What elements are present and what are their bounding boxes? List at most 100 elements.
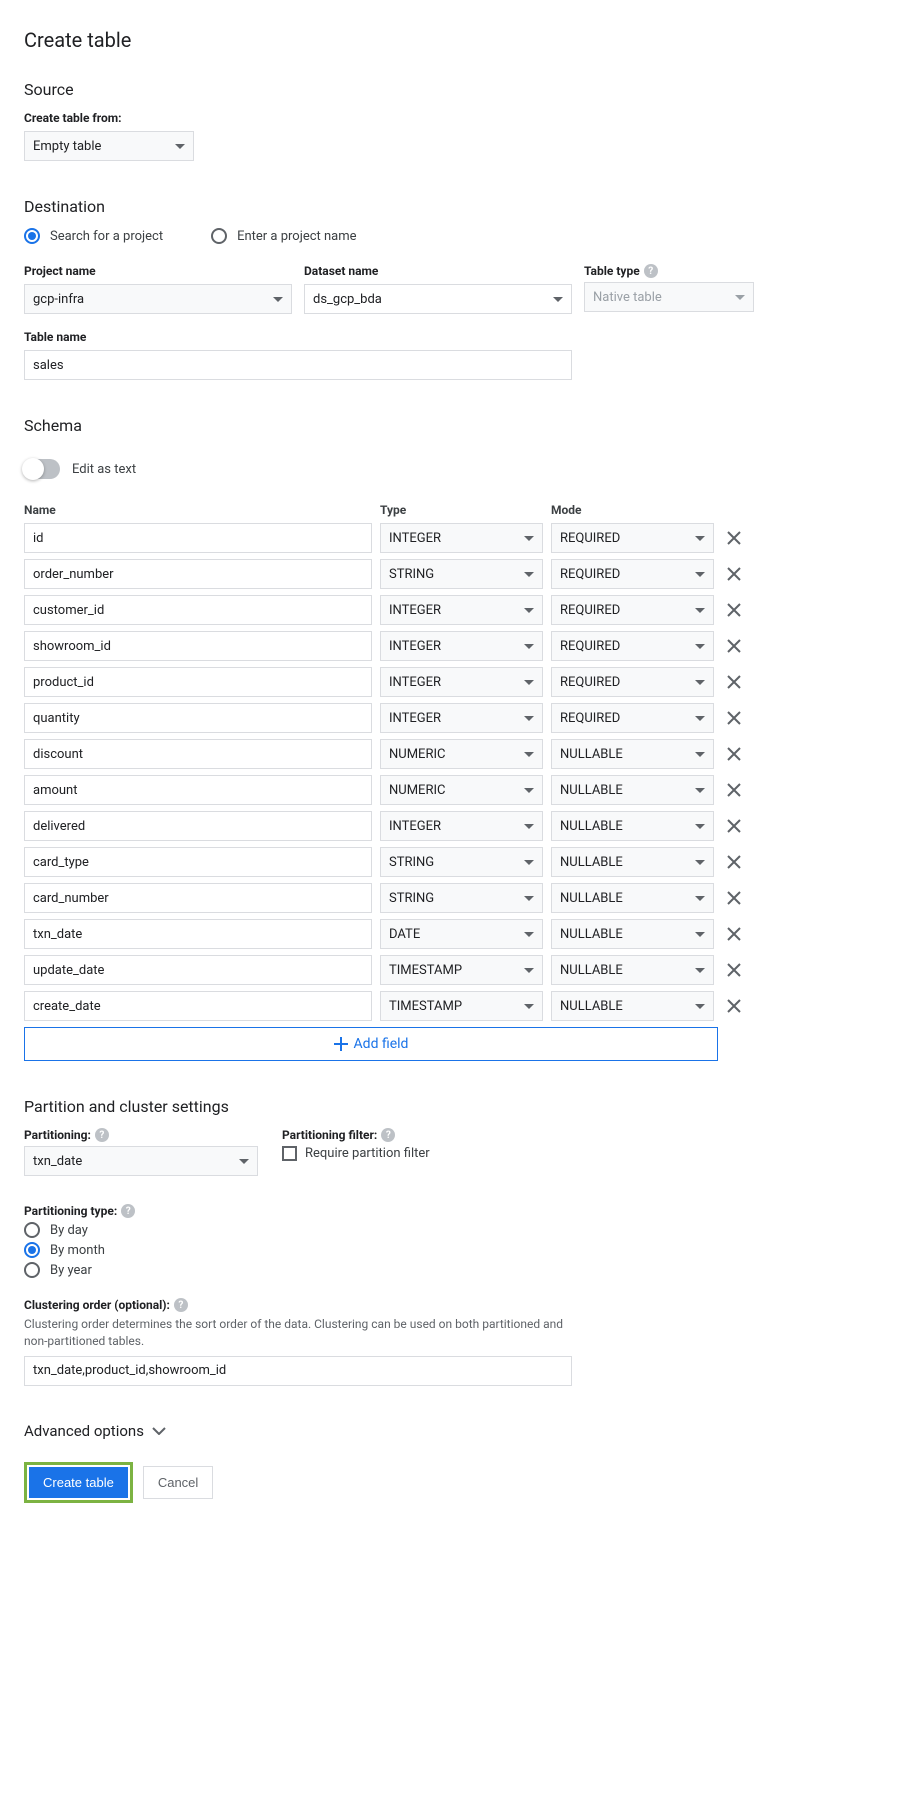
field-type-select[interactable]: TIMESTAMP xyxy=(380,991,543,1021)
close-icon xyxy=(726,530,742,546)
field-mode-select[interactable]: NULLABLE xyxy=(551,919,714,949)
field-name-input[interactable]: customer_id xyxy=(24,595,372,625)
caret-down-icon xyxy=(695,536,705,541)
field-type-select[interactable]: INTEGER xyxy=(380,595,543,625)
edit-as-text-toggle[interactable] xyxy=(24,459,60,479)
field-type-select[interactable]: INTEGER xyxy=(380,631,543,661)
add-field-label: Add field xyxy=(354,1036,409,1052)
create-from-label: Create table from: xyxy=(24,111,887,125)
field-type-select[interactable]: DATE xyxy=(380,919,543,949)
field-name-input[interactable]: create_date xyxy=(24,991,372,1021)
clustering-input[interactable]: txn_date,product_id,showroom_id xyxy=(24,1356,572,1386)
partition-type-radio[interactable] xyxy=(24,1222,40,1238)
require-filter-checkbox[interactable] xyxy=(282,1146,297,1161)
remove-field-button[interactable] xyxy=(722,890,746,906)
caret-down-icon xyxy=(175,144,185,149)
field-mode-select[interactable]: REQUIRED xyxy=(551,631,714,661)
field-name-input[interactable]: card_number xyxy=(24,883,372,913)
help-icon[interactable]: ? xyxy=(174,1298,188,1312)
remove-field-button[interactable] xyxy=(722,638,746,654)
enter-project-radio[interactable] xyxy=(211,228,227,244)
cancel-button[interactable]: Cancel xyxy=(143,1466,213,1499)
field-mode-select[interactable]: NULLABLE xyxy=(551,991,714,1021)
remove-field-button[interactable] xyxy=(722,926,746,942)
caret-down-icon xyxy=(695,860,705,865)
field-type-select[interactable]: TIMESTAMP xyxy=(380,955,543,985)
field-mode-select[interactable]: REQUIRED xyxy=(551,703,714,733)
field-type-select[interactable]: INTEGER xyxy=(380,523,543,553)
project-name-label: Project name xyxy=(24,264,292,278)
field-name-input[interactable]: order_number xyxy=(24,559,372,589)
remove-field-button[interactable] xyxy=(722,818,746,834)
field-type-select[interactable]: STRING xyxy=(380,559,543,589)
advanced-options-toggle[interactable]: Advanced options xyxy=(24,1422,887,1440)
caret-down-icon xyxy=(695,932,705,937)
remove-field-button[interactable] xyxy=(722,710,746,726)
field-name-input[interactable]: txn_date xyxy=(24,919,372,949)
field-mode-select[interactable]: NULLABLE xyxy=(551,811,714,841)
search-project-radio[interactable] xyxy=(24,228,40,244)
help-icon[interactable]: ? xyxy=(381,1128,395,1142)
remove-field-button[interactable] xyxy=(722,854,746,870)
remove-field-button[interactable] xyxy=(722,962,746,978)
field-mode-select[interactable]: NULLABLE xyxy=(551,883,714,913)
field-type-select[interactable]: NUMERIC xyxy=(380,739,543,769)
caret-down-icon xyxy=(524,932,534,937)
field-mode-select[interactable]: REQUIRED xyxy=(551,667,714,697)
field-name-input[interactable]: update_date xyxy=(24,955,372,985)
remove-field-button[interactable] xyxy=(722,998,746,1014)
field-name-input[interactable]: amount xyxy=(24,775,372,805)
table-type-select[interactable]: Native table xyxy=(584,282,754,312)
source-heading: Source xyxy=(24,80,887,99)
field-mode-select[interactable]: NULLABLE xyxy=(551,847,714,877)
dataset-name-select[interactable]: ds_gcp_bda xyxy=(304,284,572,314)
create-table-button[interactable]: Create table xyxy=(29,1467,128,1498)
field-name-input[interactable]: quantity xyxy=(24,703,372,733)
field-type-select[interactable]: INTEGER xyxy=(380,667,543,697)
schema-row: customer_id INTEGER REQUIRED xyxy=(24,595,887,625)
field-type-select[interactable]: STRING xyxy=(380,883,543,913)
project-name-select[interactable]: gcp-infra xyxy=(24,284,292,314)
partition-type-radio[interactable] xyxy=(24,1242,40,1258)
schema-heading: Schema xyxy=(24,416,887,435)
field-type-select[interactable]: INTEGER xyxy=(380,703,543,733)
field-mode-select[interactable]: REQUIRED xyxy=(551,523,714,553)
table-name-input[interactable]: sales xyxy=(24,350,572,380)
field-name-input[interactable]: product_id xyxy=(24,667,372,697)
remove-field-button[interactable] xyxy=(722,530,746,546)
field-name-input[interactable]: discount xyxy=(24,739,372,769)
field-mode-select[interactable]: NULLABLE xyxy=(551,775,714,805)
help-icon[interactable]: ? xyxy=(121,1204,135,1218)
field-name-input[interactable]: card_type xyxy=(24,847,372,877)
close-icon xyxy=(726,818,742,834)
remove-field-button[interactable] xyxy=(722,746,746,762)
remove-field-button[interactable] xyxy=(722,566,746,582)
help-icon[interactable]: ? xyxy=(644,264,658,278)
field-mode-select[interactable]: REQUIRED xyxy=(551,595,714,625)
caret-down-icon xyxy=(695,1004,705,1009)
field-type-select[interactable]: NUMERIC xyxy=(380,775,543,805)
partition-type-option: By month xyxy=(50,1243,105,1258)
field-mode-select[interactable]: NULLABLE xyxy=(551,739,714,769)
field-mode-select[interactable]: NULLABLE xyxy=(551,955,714,985)
field-name-input[interactable]: id xyxy=(24,523,372,553)
schema-col-mode: Mode xyxy=(551,503,714,517)
create-from-select[interactable]: Empty table xyxy=(24,131,194,161)
partitioning-select[interactable]: txn_date xyxy=(24,1146,258,1176)
field-type-select[interactable]: STRING xyxy=(380,847,543,877)
chevron-down-icon xyxy=(152,1427,166,1435)
field-name-input[interactable]: showroom_id xyxy=(24,631,372,661)
field-name-input[interactable]: delivered xyxy=(24,811,372,841)
help-icon[interactable]: ? xyxy=(95,1128,109,1142)
caret-down-icon xyxy=(524,572,534,577)
partition-type-radio[interactable] xyxy=(24,1262,40,1278)
field-mode-select[interactable]: REQUIRED xyxy=(551,559,714,589)
close-icon xyxy=(726,962,742,978)
remove-field-button[interactable] xyxy=(722,674,746,690)
add-field-button[interactable]: Add field xyxy=(24,1027,718,1061)
remove-field-button[interactable] xyxy=(722,602,746,618)
schema-col-name: Name xyxy=(24,503,372,517)
remove-field-button[interactable] xyxy=(722,782,746,798)
table-name-label: Table name xyxy=(24,330,572,344)
field-type-select[interactable]: INTEGER xyxy=(380,811,543,841)
